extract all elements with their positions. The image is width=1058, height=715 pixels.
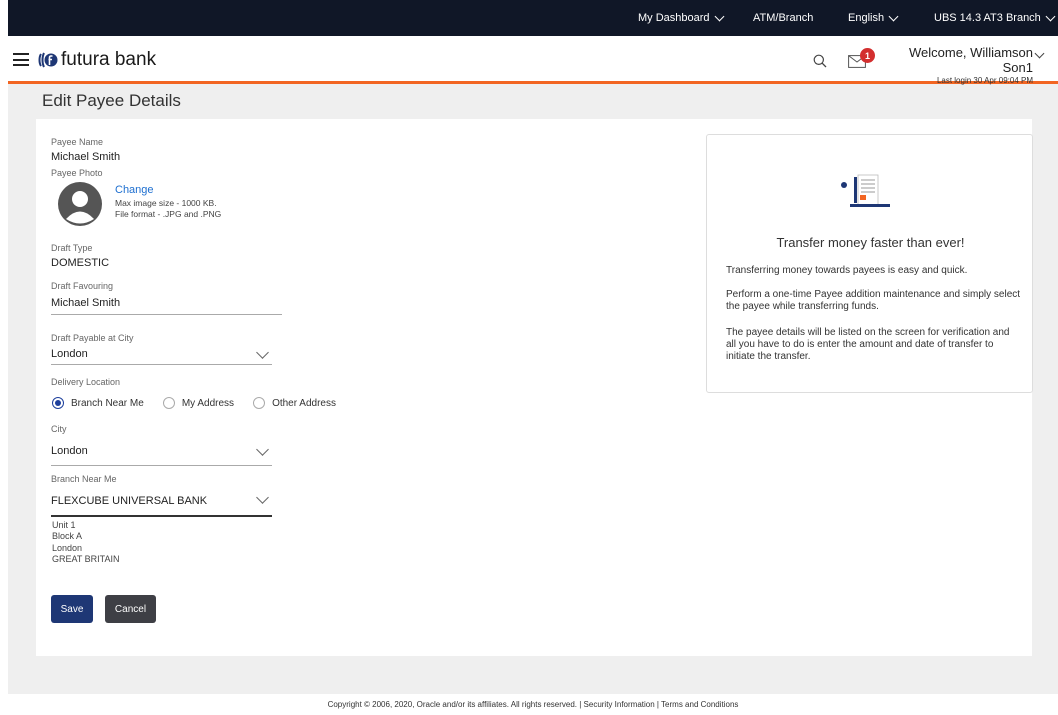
- delivery-location-radio-group: Branch Near Me My Address Other Address: [52, 397, 355, 409]
- draft-type-value: DOMESTIC: [51, 257, 110, 269]
- radio-label: Other Address: [272, 397, 336, 409]
- avatar-icon: [58, 182, 102, 226]
- change-photo-link[interactable]: Change: [115, 184, 154, 196]
- footer: Copyright © 2006, 2020, Oracle and/or it…: [8, 694, 1058, 715]
- city-underline: [51, 465, 272, 466]
- address-line: Unit 1: [52, 520, 76, 530]
- last-login-text: Last login 30 Apr 09:04 PM: [936, 76, 1033, 85]
- language-menu[interactable]: English: [848, 11, 899, 24]
- app-frame: My Dashboard ATM/Branch English UBS 14.3…: [8, 0, 1058, 715]
- my-dashboard-label: My Dashboard: [638, 12, 710, 24]
- atm-branch-label: ATM/Branch: [753, 12, 814, 24]
- brand-logo[interactable]: futura bank: [38, 49, 156, 71]
- chevron-down-icon[interactable]: [256, 491, 269, 504]
- branch-underline: [51, 515, 272, 517]
- chevron-down-icon: [1045, 11, 1056, 21]
- chevron-down-icon[interactable]: [256, 346, 269, 359]
- notification-badge[interactable]: 1: [860, 48, 875, 63]
- branch-menu[interactable]: UBS 14.3 AT3 Branch: [934, 11, 1056, 24]
- draft-type-label: Draft Type: [51, 243, 93, 253]
- radio-label: Branch Near Me: [71, 397, 144, 409]
- payable-city-select[interactable]: London: [51, 348, 88, 360]
- document-illustration: [841, 174, 890, 207]
- chevron-down-icon: [888, 11, 899, 21]
- draft-favouring-label: Draft Favouring: [51, 281, 114, 291]
- my-dashboard-menu[interactable]: My Dashboard: [638, 11, 724, 24]
- radio-branch-near-me[interactable]: Branch Near Me: [52, 397, 144, 409]
- chevron-down-icon[interactable]: [256, 443, 269, 456]
- radio-unselected-icon: [253, 397, 266, 409]
- brand-name: futura bank: [61, 49, 157, 70]
- payable-city-label: Draft Payable at City: [51, 333, 134, 343]
- radio-unselected-icon: [162, 397, 175, 409]
- branch-label: Branch Near Me: [51, 474, 117, 484]
- header: futura bank 1 Welcome, Williamson Son1 L…: [8, 36, 1058, 85]
- brand-logo-icon: [38, 52, 58, 68]
- search-icon[interactable]: [813, 54, 827, 68]
- info-paragraph: Perform a one-time Payee addition mainte…: [726, 289, 1021, 312]
- max-size-hint: Max image size - 1000 KB.: [115, 198, 217, 208]
- info-paragraph: Transferring money towards payees is eas…: [726, 265, 968, 276]
- city-select[interactable]: London: [51, 445, 88, 457]
- radio-other-address[interactable]: Other Address: [253, 397, 336, 409]
- edit-payee-card: Payee Name Michael Smith Payee Photo Cha…: [36, 119, 1033, 656]
- branch-label: UBS 14.3 AT3 Branch: [934, 12, 1041, 24]
- radio-my-address[interactable]: My Address: [162, 397, 235, 409]
- chevron-down-icon: [714, 11, 724, 21]
- address-line: London: [52, 543, 83, 553]
- info-panel: Transfer money faster than ever! Transfe…: [706, 134, 1033, 393]
- info-title: Transfer money faster than ever!: [776, 235, 965, 250]
- hamburger-icon[interactable]: [13, 53, 29, 66]
- radio-label: My Address: [181, 397, 235, 409]
- chevron-down-icon[interactable]: [1034, 48, 1045, 59]
- payee-name-label: Payee Name: [51, 137, 104, 147]
- cancel-button[interactable]: Cancel: [105, 595, 156, 623]
- save-button[interactable]: Save: [51, 595, 93, 623]
- branch-select[interactable]: FLEXCUBE UNIVERSAL BANK: [51, 495, 207, 507]
- payee-photo-label: Payee Photo: [51, 168, 103, 178]
- top-bar: My Dashboard ATM/Branch English UBS 14.3…: [8, 0, 1058, 36]
- address-line: GREAT BRITAIN: [52, 554, 120, 564]
- welcome-text: Welcome, Williamson Son1: [908, 45, 1033, 75]
- file-format-hint: File format - .JPG and .PNG: [115, 209, 222, 219]
- draft-favouring-underline: [51, 314, 282, 315]
- city-label: City: [51, 424, 67, 434]
- language-label: English: [848, 12, 885, 24]
- user-menu[interactable]: Welcome, Williamson Son1 Last login 30 A…: [880, 45, 1033, 85]
- radio-selected-icon: [52, 397, 64, 409]
- page-title: Edit Payee Details: [42, 91, 181, 110]
- payable-city-underline: [51, 364, 272, 365]
- atm-branch-link[interactable]: ATM/Branch: [753, 12, 813, 24]
- delivery-location-label: Delivery Location: [51, 377, 121, 387]
- draft-favouring-input[interactable]: Michael Smith: [51, 297, 120, 309]
- address-line: Block A: [52, 531, 83, 541]
- info-paragraph: The payee details will be listed on the …: [726, 327, 1010, 362]
- payee-name-value: Michael Smith: [51, 151, 121, 163]
